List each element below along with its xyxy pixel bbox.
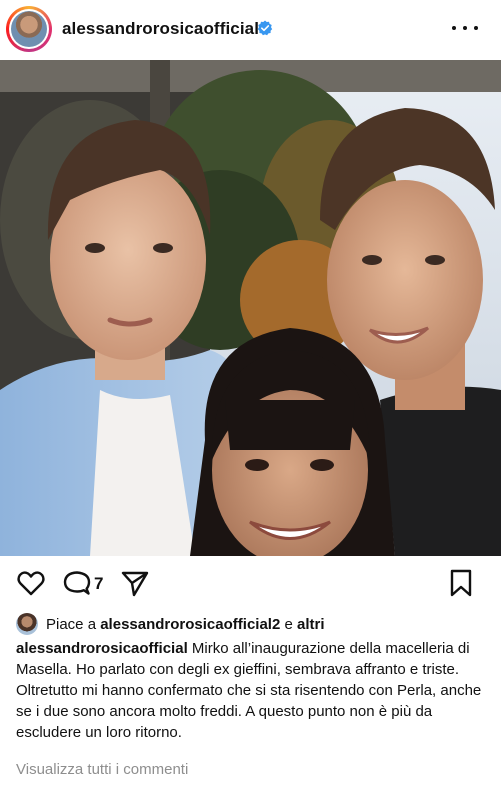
post-actions-bar: 7 [0,562,501,606]
verified-badge-icon [257,20,273,36]
post-photo[interactable] [0,60,501,556]
post-caption: alessandrorosicaofficial Mirko all’inaug… [16,638,491,743]
avatar-image [9,9,49,49]
comment-bubble-icon[interactable] [62,568,92,598]
liker-username[interactable]: alessandrorosicaofficial2 [100,616,280,633]
heart-outline-icon[interactable] [16,568,46,598]
likes-prefix: Piace a [46,615,97,633]
more-dot-icon [452,26,456,30]
likes-joiner: e [284,615,293,633]
likes-others[interactable]: altri [297,616,325,633]
post-photo-image [0,60,501,556]
likes-summary[interactable]: Piace a alessandrorosicaofficial2 e altr… [16,612,325,636]
caption-username[interactable]: alessandrorosicaofficial [16,640,188,657]
post-username[interactable]: alessandrorosicaofficial [62,19,259,39]
bookmark-outline-icon[interactable] [448,568,474,598]
more-dot-icon [474,26,478,30]
comment-count[interactable]: 7 [94,574,103,594]
view-all-comments-link[interactable]: Visualizza tutti i commenti [16,761,188,778]
avatar-face [11,11,47,47]
liker-avatar [16,613,38,635]
avatar[interactable] [6,6,52,52]
more-dot-icon [463,26,467,30]
more-options-button[interactable] [452,18,478,38]
post-header: alessandrorosicaofficial [0,0,501,60]
send-paper-plane-icon[interactable] [120,568,150,598]
